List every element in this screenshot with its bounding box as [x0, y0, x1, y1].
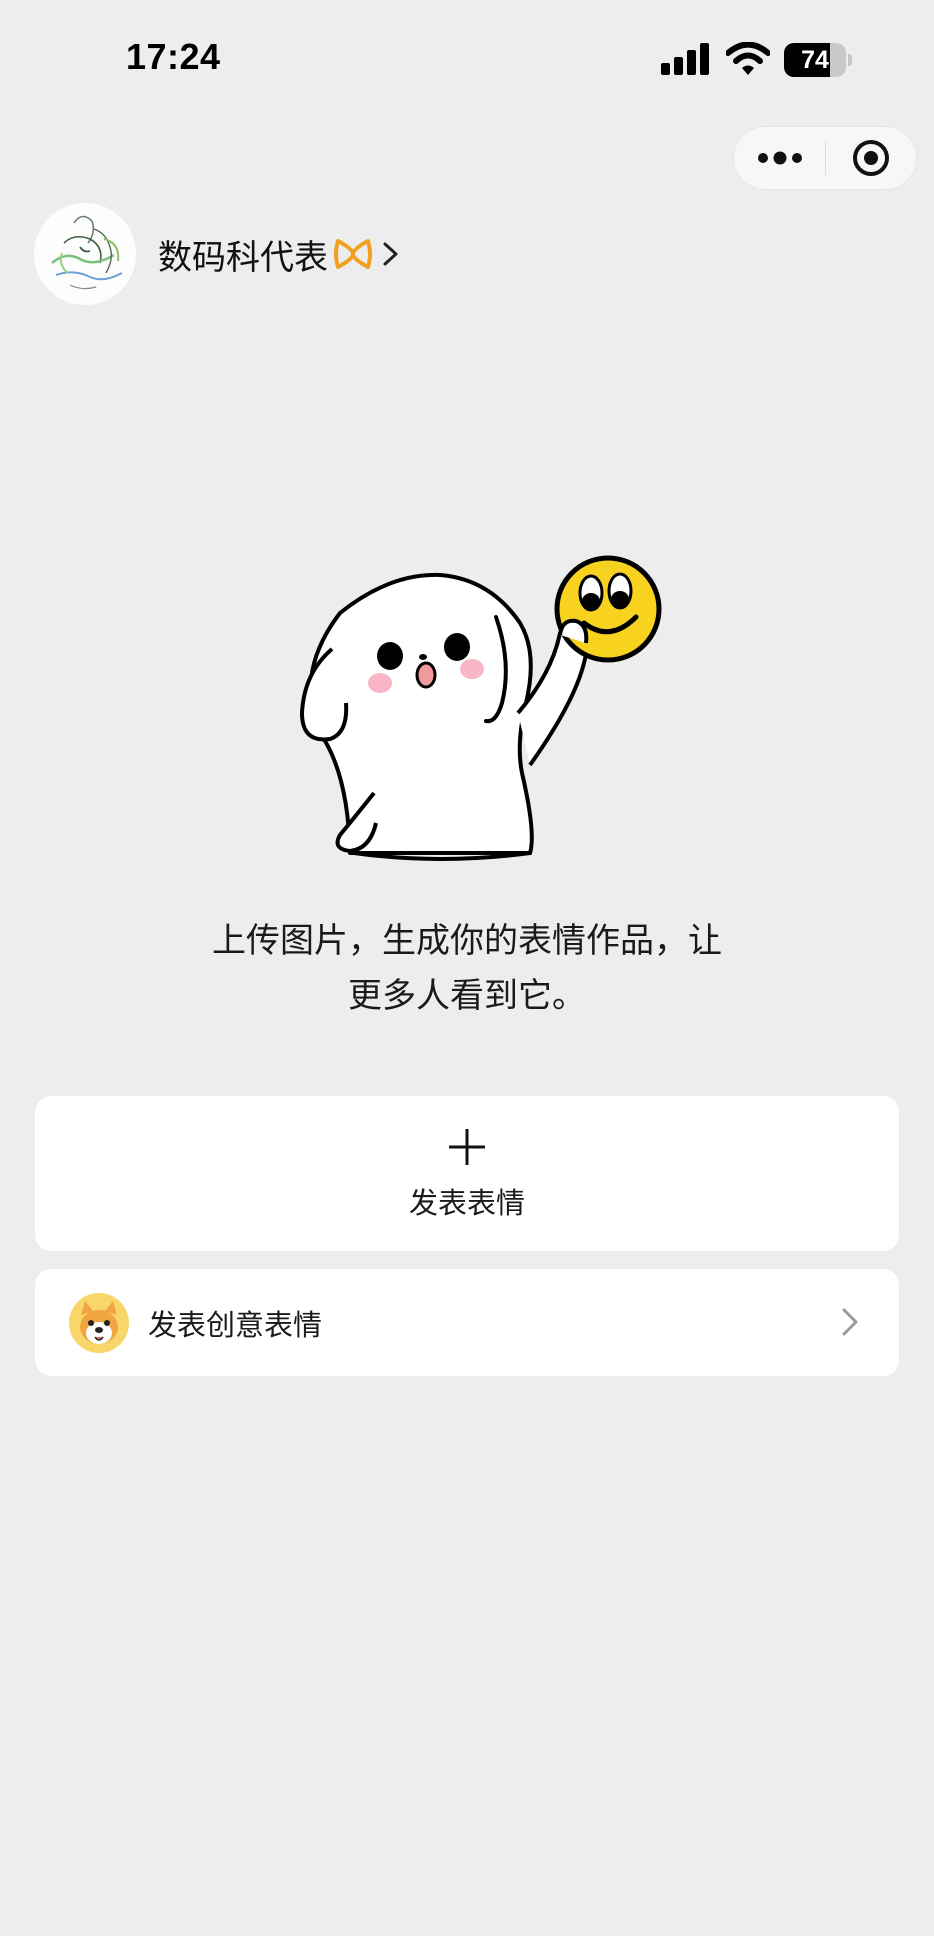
shiba-dog-icon — [69, 1293, 129, 1353]
publish-creative-sticker-label: 发表创意表情 — [148, 1308, 323, 1342]
description-line-2: 更多人看到它。 — [348, 976, 586, 1016]
more-button[interactable] — [734, 127, 825, 189]
publish-sticker-label: 发表表情 — [408, 1186, 525, 1220]
close-button[interactable] — [826, 127, 916, 189]
description-text: 上传图片，生成你的表情作品，让 更多人看到它。 — [150, 914, 784, 1024]
profile-row[interactable]: 数码科代表 — [34, 203, 402, 305]
status-time: 17:24 — [126, 36, 221, 77]
target-close-icon — [853, 140, 889, 176]
description-line-1: 上传图片，生成你的表情作品，让 — [212, 921, 722, 961]
sketch-avatar-icon — [34, 203, 136, 305]
cellular-signal-icon — [661, 43, 709, 75]
more-dots-icon — [757, 151, 802, 165]
battery-level: 74 — [801, 46, 829, 74]
ghost-holding-smiley-icon — [300, 555, 662, 861]
avatar[interactable] — [34, 203, 136, 305]
chevron-right-icon — [383, 242, 398, 266]
publish-creative-sticker-row[interactable]: 发表创意表情 — [35, 1269, 899, 1376]
chevron-right-icon — [842, 1308, 858, 1336]
wifi-icon — [726, 42, 770, 75]
profile-name: 数码科代表 — [158, 237, 328, 278]
plus-icon — [449, 1129, 485, 1165]
battery-icon: 74 — [784, 43, 852, 77]
mini-program-capsule — [733, 126, 917, 190]
status-bar: 17:24 74 — [0, 0, 934, 110]
publish-sticker-card[interactable] — [35, 1096, 899, 1251]
infinity-badge-icon — [334, 239, 372, 269]
